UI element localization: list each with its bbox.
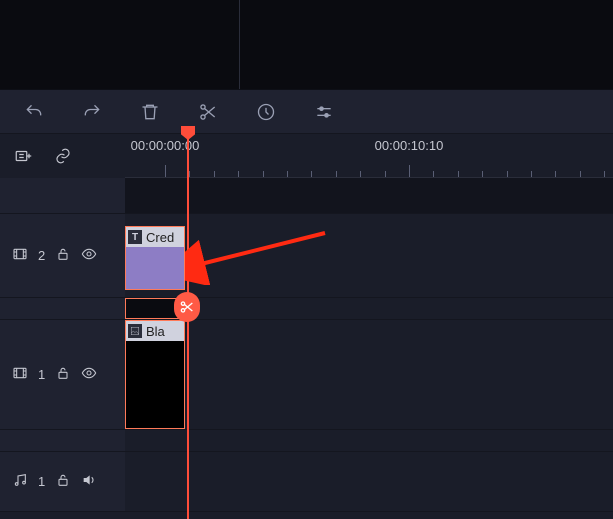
clip-label: T Cred: [126, 227, 184, 247]
link-icon[interactable]: [54, 147, 72, 165]
track-gap-1: [0, 298, 613, 320]
track-body-video-2[interactable]: T Cred: [125, 214, 613, 297]
playhead-split-button[interactable]: [174, 292, 200, 322]
track-number: 2: [38, 248, 45, 263]
settings-sliders-icon[interactable]: [314, 102, 334, 122]
ruler-ticks: [125, 165, 613, 177]
text-badge-icon: T: [128, 230, 142, 244]
add-marker-icon[interactable]: [14, 147, 32, 165]
track-number: 1: [38, 474, 45, 489]
clip-label: Bla: [126, 321, 184, 341]
clip-body: [126, 247, 184, 290]
track-header-video-1: 1: [0, 320, 125, 429]
clip-title: Cred: [146, 230, 174, 245]
track-spacer-top: [0, 178, 613, 214]
visibility-icon[interactable]: [81, 365, 97, 384]
clip-title: Bla: [146, 324, 165, 339]
clip-text[interactable]: T Cred: [125, 226, 185, 290]
timeline-global-controls: [0, 134, 125, 178]
track-body-audio-1[interactable]: [125, 452, 613, 511]
timeline-toolbar: [0, 90, 613, 134]
timeline-ruler-row: 00:00:00:00 00:00:10:10: [0, 134, 613, 178]
image-badge-icon: [128, 324, 142, 338]
preview-pane-left: [0, 0, 240, 89]
preview-pane-right: [240, 0, 613, 89]
playhead[interactable]: [187, 134, 189, 519]
clip-body: [126, 341, 184, 429]
track-video-2: 2 T Cred: [0, 214, 613, 298]
lock-icon[interactable]: [55, 365, 71, 384]
undo-icon[interactable]: [24, 102, 44, 122]
track-video-1: 1 Bla: [0, 320, 613, 430]
track-gap-2: [0, 430, 613, 452]
ruler[interactable]: 00:00:00:00 00:00:10:10: [125, 134, 613, 178]
music-icon: [12, 472, 28, 491]
lock-icon[interactable]: [55, 472, 71, 491]
track-audio-1: 1: [0, 452, 613, 512]
track-header-video-2: 2: [0, 214, 125, 297]
track-header-audio-1: 1: [0, 452, 125, 511]
lock-icon[interactable]: [55, 246, 71, 265]
preview-row: [0, 0, 613, 90]
clip-image[interactable]: Bla: [125, 320, 185, 429]
ruler-label-mid: 00:00:10:10: [375, 138, 444, 153]
film-icon: [12, 365, 28, 384]
film-icon: [12, 246, 28, 265]
speed-icon[interactable]: [256, 102, 276, 122]
track-body-video-1[interactable]: Bla: [125, 320, 613, 429]
volume-icon[interactable]: [81, 472, 97, 491]
ruler-label-start: 00:00:00:00: [131, 138, 200, 153]
delete-icon[interactable]: [140, 102, 160, 122]
visibility-icon[interactable]: [81, 246, 97, 265]
track-number: 1: [38, 367, 45, 382]
redo-icon[interactable]: [82, 102, 102, 122]
split-icon[interactable]: [198, 102, 218, 122]
